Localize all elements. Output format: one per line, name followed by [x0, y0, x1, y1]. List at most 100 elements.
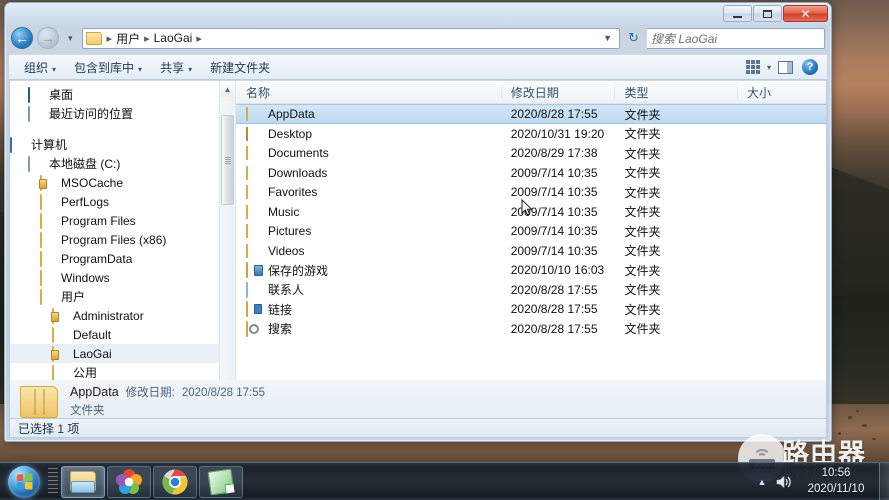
recent-locations-chevron-icon[interactable]: ▾: [63, 33, 78, 44]
cell-type: 文件夹: [624, 107, 661, 122]
folder-icon: [40, 269, 56, 286]
taskbar-item-notepad[interactable]: [199, 465, 243, 498]
chevron-down-icon: ▾: [188, 64, 193, 74]
file-name: 保存的游戏: [268, 263, 329, 278]
computer-icon: [10, 136, 26, 153]
column-header-type[interactable]: 类型: [614, 84, 737, 101]
desktop-folder-icon: [246, 126, 262, 141]
sidebar-item-program-files-x86[interactable]: Program Files (x86): [10, 230, 235, 249]
sidebar-item-perflogs[interactable]: PerfLogs: [10, 192, 235, 211]
sidebar-item-[interactable]: 用户: [10, 287, 235, 306]
help-button[interactable]: ?: [799, 58, 821, 77]
search-input[interactable]: 搜索 LaoGai: [647, 27, 825, 49]
title-bar[interactable]: ✕: [5, 3, 831, 25]
sidebar-item-[interactable]: 最近访问的位置: [10, 104, 235, 123]
minimize-button[interactable]: [723, 5, 752, 22]
show-desktop-button[interactable]: [879, 462, 889, 500]
sidebar-scrollbar[interactable]: ▲ ▼: [219, 81, 235, 415]
share-button[interactable]: 共享 ▾: [151, 56, 201, 79]
breadcrumb-item-0[interactable]: 用户: [115, 30, 141, 47]
table-row[interactable]: Videos 2009/7/14 10:35 文件夹: [236, 241, 826, 261]
searches-icon: [246, 320, 262, 337]
folder-icon: [40, 212, 56, 229]
table-row[interactable]: 链接 2020/8/28 17:55 文件夹: [236, 300, 826, 320]
view-dropdown-icon[interactable]: ▾: [767, 63, 771, 72]
quick-launch-grip[interactable]: [48, 467, 58, 496]
sidebar-item-label: 桌面: [49, 88, 74, 102]
preview-pane-button[interactable]: [774, 58, 796, 77]
explorer-body: 桌面最近访问的位置计算机本地磁盘 (C:) MSOCache PerfLogs Pro…: [9, 81, 827, 416]
file-explorer-window: ✕ ← → ▾ ▸ 用户 ▸ LaoGai ▸ ▼ ↻ 搜索 LaoGai 组织…: [4, 2, 832, 442]
volume-button[interactable]: [773, 469, 795, 495]
taskbar-item-chrome[interactable]: [153, 465, 197, 498]
include-in-library-button[interactable]: 包含到库中 ▾: [65, 56, 151, 79]
clock[interactable]: 10:56 2020/11/10: [797, 463, 875, 500]
file-name: 链接: [268, 302, 293, 317]
cell-name: Documents: [236, 146, 501, 161]
maximize-button[interactable]: [753, 5, 782, 22]
start-button[interactable]: [0, 463, 48, 500]
flower-browser-icon: [116, 468, 142, 494]
sidebar-item-label: Program Files: [61, 213, 136, 228]
back-arrow-icon[interactable]: ←: [11, 27, 33, 49]
file-name: 搜索: [268, 322, 293, 337]
sidebar-item-administrator[interactable]: Administrator: [10, 306, 235, 325]
details-name: AppData: [70, 385, 119, 400]
navigation-list: 桌面最近访问的位置计算机本地磁盘 (C:) MSOCache PerfLogs Pro…: [10, 81, 235, 401]
address-input[interactable]: ▸ 用户 ▸ LaoGai ▸ ▼: [81, 27, 621, 49]
sidebar-item-[interactable]: 计算机: [10, 135, 235, 154]
column-header-date[interactable]: 修改日期: [500, 84, 615, 101]
taskbar-item-explorer[interactable]: [61, 465, 105, 498]
links-icon: [246, 301, 262, 318]
table-row[interactable]: Favorites 2009/7/14 10:35 文件夹: [236, 183, 826, 203]
sidebar-item-program-files[interactable]: Program Files: [10, 211, 235, 230]
sidebar-item-[interactable]: 桌面: [10, 85, 235, 104]
cell-type: 文件夹: [624, 166, 661, 181]
column-header-size[interactable]: 大小: [737, 84, 826, 101]
show-hidden-icons-button[interactable]: ▲: [753, 469, 771, 495]
folder-icon: [20, 385, 58, 418]
table-row[interactable]: 搜索 2020/8/28 17:55 文件夹: [236, 319, 826, 339]
new-folder-button[interactable]: 新建文件夹: [201, 56, 279, 79]
cell-date: 2009/7/14 10:35: [510, 185, 598, 200]
sidebar-scrollbar-thumb[interactable]: [221, 115, 234, 205]
sidebar-item-label: 公用: [73, 366, 98, 380]
table-row[interactable]: 联系人 2020/8/28 17:55 文件夹: [236, 280, 826, 300]
table-row[interactable]: Music 2009/7/14 10:35 文件夹: [236, 202, 826, 222]
sidebar-item-msocache[interactable]: MSOCache: [10, 173, 235, 192]
table-row[interactable]: Desktop 2020/10/31 19:20 文件夹: [236, 124, 826, 144]
column-header-name[interactable]: 名称: [236, 84, 501, 101]
table-row[interactable]: Downloads 2009/7/14 10:35 文件夹: [236, 163, 826, 183]
folder-icon: [52, 326, 68, 343]
sidebar-item-default[interactable]: Default: [10, 325, 235, 344]
refresh-icon[interactable]: ↻: [624, 30, 643, 46]
breadcrumb-item-1[interactable]: LaoGai: [153, 31, 194, 45]
address-bar-row: ← → ▾ ▸ 用户 ▸ LaoGai ▸ ▼ ↻ 搜索 LaoGai: [11, 25, 825, 51]
sidebar-item-c[interactable]: 本地磁盘 (C:): [10, 154, 235, 173]
chrome-icon: [162, 469, 188, 494]
organize-button[interactable]: 组织 ▾: [15, 56, 65, 79]
toolbar-right-group: ▾ ?: [742, 58, 821, 77]
cell-date: 2009/7/14 10:35: [510, 224, 598, 239]
address-dropdown-icon[interactable]: ▼: [598, 33, 617, 43]
close-button[interactable]: ✕: [783, 5, 828, 22]
table-row[interactable]: 保存的游戏 2020/10/10 16:03 文件夹: [236, 261, 826, 281]
scroll-up-arrow-icon[interactable]: ▲: [220, 81, 235, 97]
sidebar-item-label: 计算机: [31, 138, 68, 152]
sidebar-item-label: 最近访问的位置: [49, 107, 134, 121]
folder-icon: [40, 288, 56, 305]
table-row[interactable]: AppData 2020/8/28 17:55 文件夹: [236, 104, 826, 124]
table-row[interactable]: Documents 2020/8/29 17:38 文件夹: [236, 144, 826, 164]
status-text: 已选择 1 项: [18, 421, 80, 436]
table-row[interactable]: Pictures 2009/7/14 10:35 文件夹: [236, 222, 826, 242]
sidebar-item-windows[interactable]: Windows: [10, 268, 235, 287]
preview-pane-icon: [777, 60, 793, 74]
sidebar-item-laogai[interactable]: LaoGai: [10, 344, 235, 363]
sidebar-item-programdata[interactable]: ProgramData: [10, 249, 235, 268]
volume-icon: [776, 475, 791, 488]
change-view-button[interactable]: [742, 58, 764, 77]
cell-name: 搜索: [236, 320, 501, 337]
taskbar-item-browser-flower[interactable]: [107, 465, 151, 498]
forward-arrow-icon[interactable]: →: [37, 27, 59, 49]
clock-date: 2020/11/10: [807, 482, 865, 495]
